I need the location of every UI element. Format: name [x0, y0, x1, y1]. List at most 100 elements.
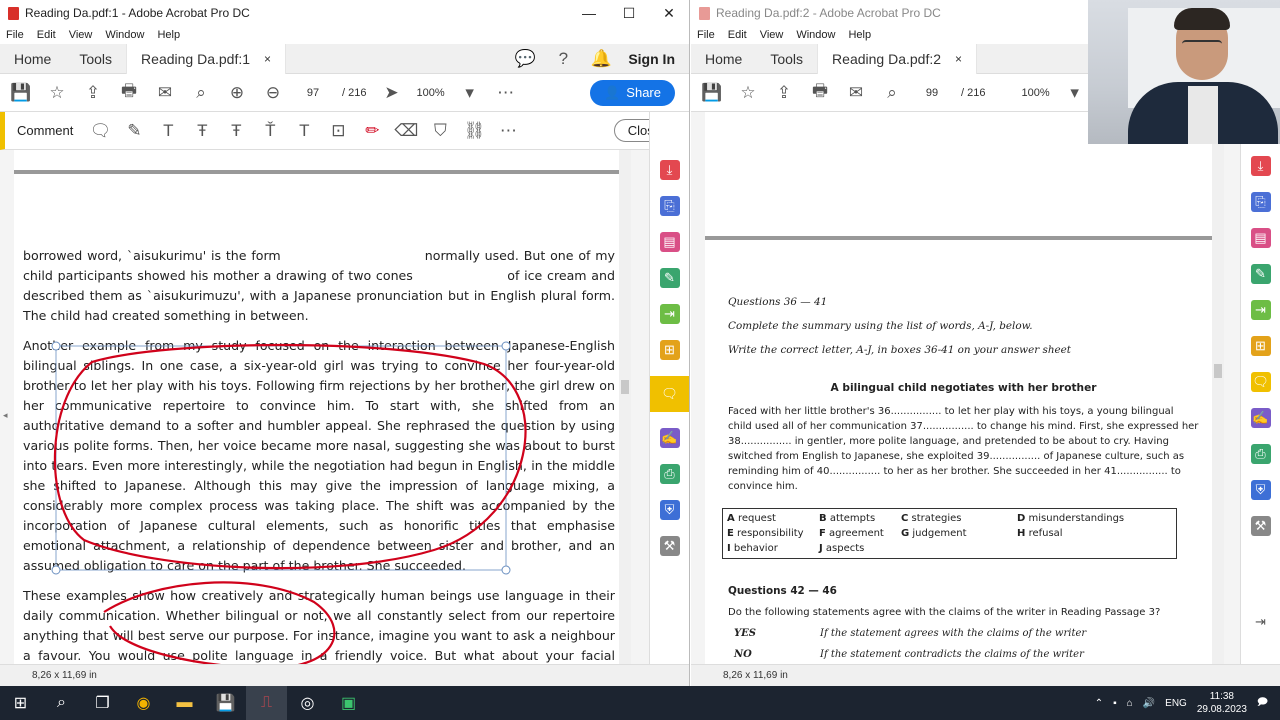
menu-file[interactable]: File: [6, 29, 24, 41]
menu-edit[interactable]: Edit: [728, 29, 747, 41]
network-icon[interactable]: ⌂: [1127, 698, 1133, 709]
pencil-icon[interactable]: ✏: [361, 120, 383, 142]
export-icon[interactable]: ⇥: [1250, 300, 1271, 320]
email-icon[interactable]: ✉: [845, 82, 867, 104]
organize-pages-icon[interactable]: ▤: [1250, 228, 1271, 248]
minimize-button[interactable]: —: [569, 5, 609, 22]
tab-close-icon[interactable]: ×: [955, 52, 962, 66]
more-icon[interactable]: ⋯: [495, 82, 517, 104]
more-tools-icon[interactable]: ⚒: [1250, 516, 1271, 536]
volume-icon[interactable]: 🔊: [1143, 698, 1155, 709]
save-icon[interactable]: 💾: [701, 82, 723, 104]
create-pdf-icon[interactable]: ⎘: [659, 196, 680, 216]
edit-pdf-icon[interactable]: ✎: [1250, 264, 1271, 284]
windows-start-icon[interactable]: ⊞: [0, 686, 41, 720]
clock[interactable]: 11:38 29.08.2023: [1197, 690, 1247, 716]
title-bar[interactable]: Reading Da.pdf:1 - Adobe Acrobat Pro DC …: [0, 0, 689, 26]
save-app-icon[interactable]: 💾: [205, 686, 246, 720]
combine-icon[interactable]: ⊞: [659, 340, 680, 360]
sign-in-link[interactable]: Sign In: [628, 51, 675, 67]
zoom-select[interactable]: 100%: [1021, 87, 1049, 99]
close-window-button[interactable]: ✕: [649, 5, 689, 22]
menu-file[interactable]: File: [697, 29, 715, 41]
fill-sign-icon[interactable]: ✍: [1250, 408, 1271, 428]
export-pdf-icon[interactable]: ⤓: [1250, 156, 1271, 176]
more-icon[interactable]: ⋯: [497, 120, 519, 142]
acrobat-taskbar-icon[interactable]: ⎍: [246, 686, 287, 720]
notification-icon[interactable]: 🗩: [1257, 695, 1268, 712]
replace-text-icon[interactable]: Ŧ: [225, 120, 247, 142]
zoom-select[interactable]: 100%: [416, 87, 444, 99]
share-button[interactable]: 👤 Share: [590, 79, 675, 106]
tab-close-icon[interactable]: ×: [264, 52, 271, 66]
comment-tool-icon[interactable]: 🗨: [1250, 372, 1271, 392]
zoom-search-icon[interactable]: ⌕: [881, 82, 903, 104]
menu-window[interactable]: Window: [105, 29, 144, 41]
menu-help[interactable]: Help: [848, 29, 871, 41]
vertical-scrollbar[interactable]: [619, 150, 631, 664]
text-icon[interactable]: T: [157, 120, 179, 142]
menu-edit[interactable]: Edit: [37, 29, 56, 41]
stamp-icon[interactable]: ⛉: [429, 120, 451, 142]
menu-window[interactable]: Window: [796, 29, 835, 41]
collapse-rail-icon[interactable]: ⇥: [1250, 612, 1271, 632]
insert-text-icon[interactable]: Ť: [259, 120, 281, 142]
maximize-button[interactable]: ☐: [609, 5, 649, 22]
tray-app-icon[interactable]: ▪: [1113, 698, 1117, 709]
sticky-note-icon[interactable]: 🗨: [89, 120, 112, 142]
cloud-upload-icon[interactable]: ⇪: [773, 82, 795, 104]
search-icon[interactable]: ⌕: [41, 686, 82, 720]
more-tools-icon[interactable]: ⚒: [659, 536, 680, 556]
export-icon[interactable]: ⇥: [659, 304, 680, 324]
create-pdf-icon[interactable]: ⎘: [1250, 192, 1271, 212]
text-box-icon[interactable]: ⊡: [327, 120, 349, 142]
tab-home[interactable]: Home: [691, 51, 756, 67]
add-text-icon[interactable]: T: [293, 120, 315, 142]
save-icon[interactable]: 💾: [10, 82, 32, 104]
attach-icon[interactable]: ⛓: [463, 120, 486, 142]
eraser-icon[interactable]: ⌫: [394, 120, 418, 142]
comment-tool-icon[interactable]: 🗨: [649, 376, 689, 412]
star-icon[interactable]: ☆: [46, 82, 68, 104]
email-icon[interactable]: ✉: [154, 82, 176, 104]
chrome-icon[interactable]: ◉: [123, 686, 164, 720]
tab-tools[interactable]: Tools: [756, 51, 817, 67]
page-up-icon[interactable]: ⊕: [226, 82, 248, 104]
tab-document[interactable]: Reading Da.pdf:2 ×: [817, 43, 978, 74]
tray-chevron-icon[interactable]: ⌃: [1095, 698, 1103, 709]
strikethrough-icon[interactable]: Ŧ: [191, 120, 213, 142]
tab-home[interactable]: Home: [0, 51, 65, 67]
tab-document[interactable]: Reading Da.pdf:1 ×: [126, 43, 287, 74]
page-number-input[interactable]: 97: [298, 82, 328, 104]
star-icon[interactable]: ☆: [737, 82, 759, 104]
page-number-input[interactable]: 99: [917, 82, 947, 104]
vertical-scrollbar[interactable]: [1212, 112, 1224, 664]
task-view-icon[interactable]: ❐: [82, 686, 123, 720]
print-production-icon[interactable]: ⎙: [1250, 444, 1271, 464]
bell-icon[interactable]: 🔔: [590, 48, 612, 70]
menu-view[interactable]: View: [69, 29, 93, 41]
protect-shield-icon[interactable]: ⛨: [1250, 480, 1271, 500]
tab-tools[interactable]: Tools: [65, 51, 126, 67]
edit-pdf-icon[interactable]: ✎: [659, 268, 680, 288]
print-production-icon[interactable]: ⎙: [659, 464, 680, 484]
print-icon[interactable]: 🖶: [809, 81, 831, 104]
zoom-search-icon[interactable]: ⌕: [190, 82, 212, 104]
file-explorer-icon[interactable]: ▬: [164, 686, 205, 720]
organize-pages-icon[interactable]: ▤: [659, 232, 680, 252]
chat-icon[interactable]: 💬: [514, 48, 536, 70]
scroll-thumb[interactable]: [621, 380, 629, 394]
chevron-down-icon[interactable]: ▾: [1064, 82, 1086, 104]
chevron-down-icon[interactable]: ▾: [459, 82, 481, 104]
green-app-icon[interactable]: ▣: [328, 686, 369, 720]
export-pdf-icon[interactable]: ⤓: [659, 160, 680, 180]
protect-shield-icon[interactable]: ⛨: [659, 500, 680, 520]
cloud-upload-icon[interactable]: ⇪: [82, 82, 104, 104]
print-icon[interactable]: 🖶: [118, 81, 140, 104]
pointer-icon[interactable]: ➤: [380, 82, 402, 104]
menu-view[interactable]: View: [760, 29, 784, 41]
page-down-icon[interactable]: ⊖: [262, 82, 284, 104]
help-icon[interactable]: ?: [552, 48, 574, 70]
highlight-icon[interactable]: ✎: [123, 120, 145, 142]
camera-app-icon[interactable]: ◎: [287, 686, 328, 720]
